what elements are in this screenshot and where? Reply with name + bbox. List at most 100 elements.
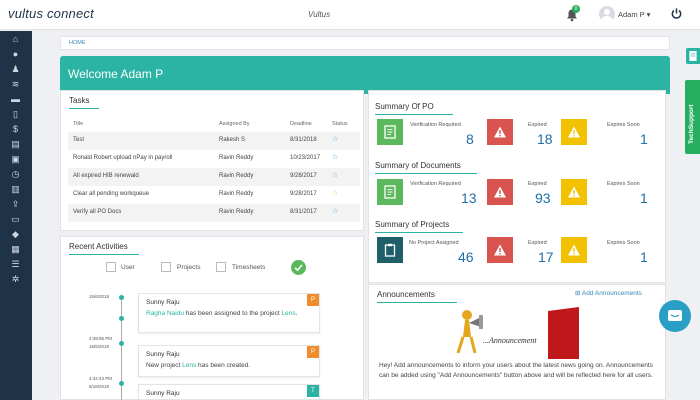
activity-date: 6/18/2018 <box>89 384 110 389</box>
layers-icon[interactable]: ≋ <box>9 79 22 89</box>
clock-icon[interactable]: ◷ <box>9 169 22 179</box>
summary-value[interactable]: 13 <box>461 190 477 206</box>
users-icon[interactable]: ♟ <box>9 64 22 74</box>
power-icon[interactable] <box>670 7 683 20</box>
timeline-dot <box>119 316 124 321</box>
document-icon[interactable]: ▯ <box>9 109 22 119</box>
filter-label: User <box>121 264 135 271</box>
summary-label: Expires Soon <box>607 181 640 187</box>
dollar-icon[interactable]: $ <box>9 124 22 134</box>
techsupport-tab[interactable]: TechSupport <box>685 80 700 154</box>
star-icon[interactable]: ☆ <box>332 153 338 161</box>
task-deadline: 10/23/2017 <box>290 155 321 161</box>
grid-icon[interactable]: ▦ <box>9 244 22 254</box>
apply-filter-button[interactable] <box>291 260 306 275</box>
activity-time: 4:39:55 PM <box>89 336 113 341</box>
user-icon[interactable]: ● <box>9 49 22 59</box>
table-row[interactable]: Ronald Robert upload nPay in payroll Rav… <box>68 150 360 168</box>
activity-text-part: New project <box>146 362 183 369</box>
project-link[interactable]: Lens <box>282 310 296 317</box>
warning-icon <box>568 244 580 256</box>
star-icon[interactable]: ☆ <box>332 171 338 179</box>
upload-icon[interactable]: ⇪ <box>9 199 22 209</box>
document-tab[interactable] <box>686 48 700 64</box>
task-deadline: 8/31/2018 <box>290 137 317 143</box>
summary-value[interactable]: 93 <box>535 190 551 206</box>
task-assigned-by: Ravin Reddy <box>219 155 254 161</box>
table-row[interactable]: Clear all pending workqueue Ravin Reddy … <box>68 186 360 204</box>
column-header-title[interactable]: Title <box>73 121 83 127</box>
column-header-assigned-by[interactable]: Assigned By <box>219 121 250 127</box>
summary-documents-title: Summary of Documents <box>375 161 461 170</box>
expired-tile <box>487 179 513 205</box>
list-icon[interactable]: ☰ <box>9 259 22 269</box>
summary-value[interactable]: 18 <box>537 131 553 147</box>
user-menu[interactable]: Adam P ▾ <box>618 10 650 19</box>
task-deadline: 9/28/2017 <box>290 173 317 179</box>
column-header-deadline[interactable]: Deadline <box>290 121 312 127</box>
briefcase-icon[interactable]: ▬ <box>9 94 22 104</box>
clipboard-icon[interactable]: ▣ <box>9 154 22 164</box>
add-announcements-button[interactable]: ⊞ Add Announcements <box>575 289 642 297</box>
user-filter-checkbox[interactable] <box>106 262 116 272</box>
column-header-status[interactable]: Status <box>332 121 348 127</box>
activity-user: Sunny Raju <box>146 351 180 358</box>
timesheets-filter-checkbox[interactable] <box>216 262 226 272</box>
expires-soon-tile <box>561 179 587 205</box>
summary-documents-rule <box>375 173 477 174</box>
warning-icon <box>568 126 580 138</box>
tasks-title-rule <box>69 108 99 109</box>
graduation-icon[interactable]: ◆ <box>9 229 22 239</box>
chart-icon[interactable]: ▥ <box>9 184 22 194</box>
user-link[interactable]: Ragha Naidu <box>146 310 184 317</box>
star-icon[interactable]: ☆ <box>332 207 338 215</box>
chat-button[interactable] <box>659 300 691 332</box>
table-row[interactable]: Verify all PO Docs Ravin Reddy 8/31/2017… <box>68 204 360 222</box>
activity-item[interactable]: Sunny Raju New project Lens has been cre… <box>138 345 320 377</box>
summary-po-title: Summary Of PO <box>375 102 434 111</box>
star-icon[interactable]: ☆ <box>332 135 338 143</box>
projects-filter-checkbox[interactable] <box>161 262 171 272</box>
announcement-text: Hey! Add announcements to inform your us… <box>379 362 653 379</box>
activity-time: 15/6/2018 <box>89 294 110 299</box>
app-logo[interactable]: vultus connect <box>8 6 94 21</box>
home-icon[interactable]: ⌂ <box>9 34 22 44</box>
sidebar: ⌂ ● ♟ ≋ ▬ ▯ $ ▤ ▣ ◷ ▥ ⇪ ▭ ◆ ▦ ☰ ✲ <box>0 31 32 400</box>
timeline-dot <box>119 381 124 386</box>
summary-projects-title: Summary of Projects <box>375 220 450 229</box>
summary-value[interactable]: 17 <box>538 249 554 265</box>
top-bar: vultus connect Vultus 0 Adam P ▾ <box>0 0 700 30</box>
summary-value[interactable]: 1 <box>640 249 648 265</box>
summary-value[interactable]: 46 <box>458 249 474 265</box>
activity-item[interactable]: Sunny Raju Ragha Naidu has been assigned… <box>138 293 320 333</box>
summary-value[interactable]: 8 <box>466 131 474 147</box>
file-icon[interactable]: ▤ <box>9 139 22 149</box>
techsupport-label: TechSupport <box>688 104 695 144</box>
card-icon[interactable]: ▭ <box>9 214 22 224</box>
task-title: All expired HIB renewald <box>73 173 139 179</box>
document-icon <box>689 51 697 61</box>
star-icon[interactable]: ☆ <box>332 189 338 197</box>
gear-icon[interactable]: ✲ <box>9 274 22 284</box>
table-row[interactable]: Test Rakesh S 8/31/2018 ☆ <box>68 132 360 150</box>
activity-date: 15/6/2018 <box>89 344 110 349</box>
expires-soon-tile <box>561 237 587 263</box>
breadcrumb-home[interactable]: HOME <box>69 40 86 46</box>
task-assigned-by: Ravin Reddy <box>219 173 254 179</box>
warning-icon <box>568 186 580 198</box>
summary-label: Verification Required <box>410 122 461 128</box>
welcome-banner: Welcome Adam P <box>60 56 670 90</box>
summary-value[interactable]: 1 <box>640 190 648 206</box>
summary-projects-rule <box>375 232 463 233</box>
avatar[interactable] <box>599 6 615 22</box>
activity-item[interactable]: Sunny Raju T <box>138 384 320 400</box>
recent-activities-title: Recent Activities <box>69 242 128 251</box>
summary-value[interactable]: 1 <box>640 131 648 147</box>
summary-label: Expires Soon <box>607 240 640 246</box>
project-link[interactable]: Lens <box>182 362 196 369</box>
chat-icon <box>668 310 682 321</box>
verification-tile <box>377 179 403 205</box>
table-row[interactable]: All expired HIB renewald Ravin Reddy 9/2… <box>68 168 360 186</box>
task-assigned-by: Ravin Reddy <box>219 209 254 215</box>
summary-label: Expired <box>528 181 547 187</box>
